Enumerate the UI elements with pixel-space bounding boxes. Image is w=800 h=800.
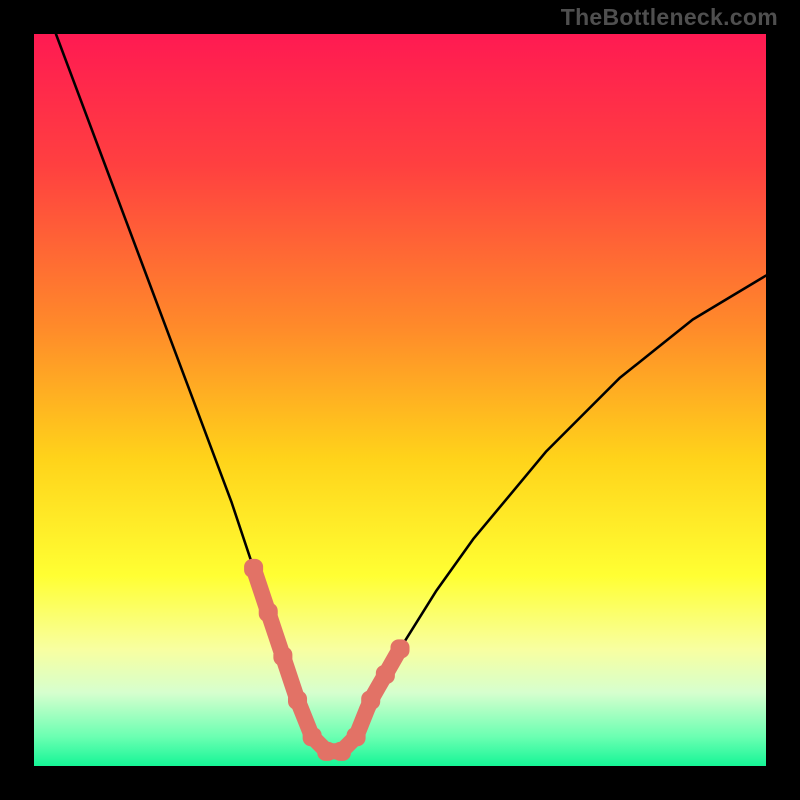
- highlight-dot: [332, 742, 351, 761]
- highlight-dot: [244, 559, 263, 578]
- bottleneck-curve-svg: [34, 34, 766, 766]
- highlight-dot: [361, 691, 380, 710]
- highlight-dot: [347, 727, 366, 746]
- highlight-dot: [259, 603, 278, 622]
- watermark-text: TheBottleneck.com: [561, 4, 778, 31]
- highlight-dot: [390, 639, 409, 658]
- bottleneck-curve: [56, 34, 766, 751]
- highlight-dot: [288, 691, 307, 710]
- outer-black-frame: TheBottleneck.com: [0, 0, 800, 800]
- highlight-left-descent: [254, 568, 298, 700]
- plot-area: [34, 34, 766, 766]
- highlight-dot: [376, 665, 395, 684]
- highlight-dot: [273, 647, 292, 666]
- highlight-right-ascent: [356, 649, 400, 737]
- highlight-dot: [303, 727, 322, 746]
